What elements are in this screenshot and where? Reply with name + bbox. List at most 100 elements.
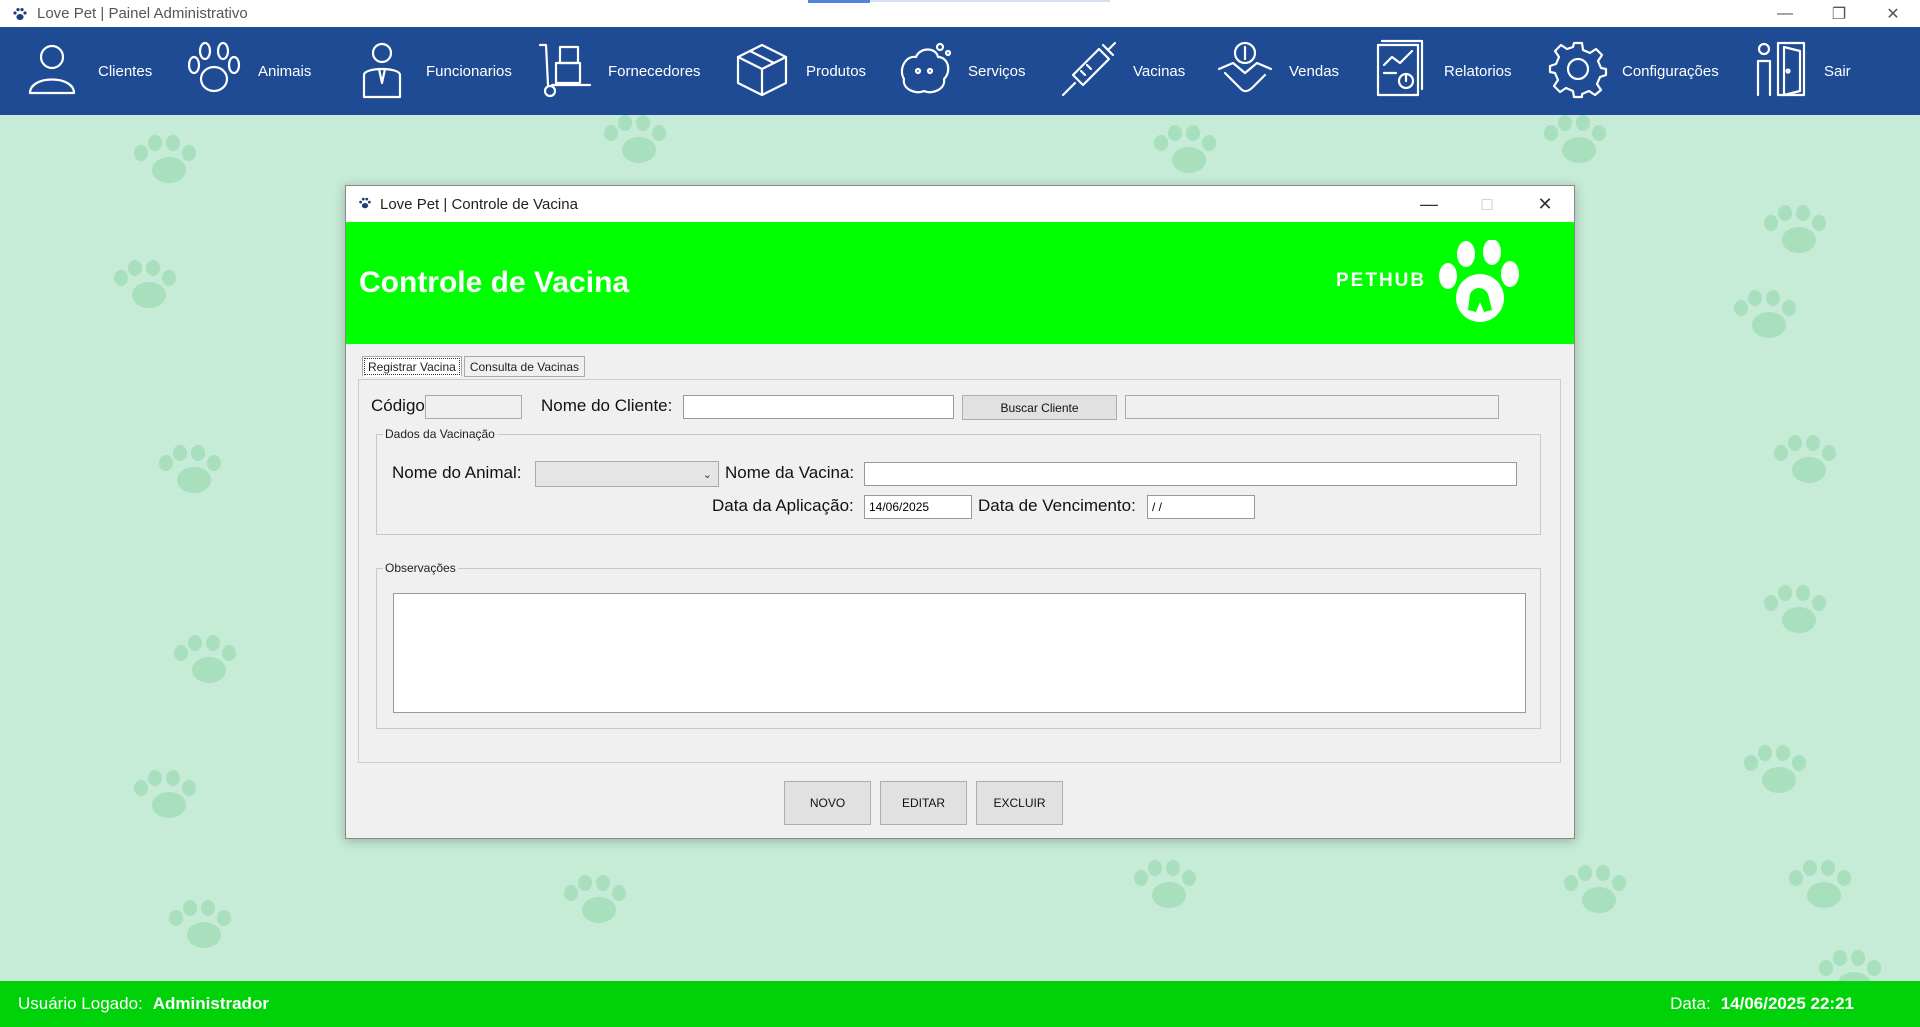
paw-icon [184,39,244,104]
codigo-field[interactable] [425,395,522,419]
buscar-cliente-button[interactable]: Buscar Cliente [962,395,1117,420]
gear-icon [1548,39,1608,104]
logged-user: Usuário Logado: Administrador [18,994,269,1014]
dialog-maximize-button[interactable]: □ [1458,186,1516,222]
background-paw-icon [560,875,640,935]
dialog-minimize-button[interactable]: — [1400,186,1458,222]
user-value: Administrador [152,994,269,1013]
animal-label: Nome do Animal: [392,463,522,482]
vaccine-control-dialog: Love Pet | Controle de Vacina — □ ✕ Cont… [345,185,1575,839]
date-label: Data: [1670,994,1711,1013]
nav-label: Configurações [1622,62,1719,80]
cliente-name-field[interactable] [683,395,954,419]
logo-text: PETHUB [1336,270,1427,291]
background-paw-icon [1740,745,1820,805]
nav-label: Serviços [968,62,1026,80]
nav-label: Fornecedores [608,62,701,80]
employee-icon [352,39,412,104]
user-label: Usuário Logado: [18,994,143,1013]
tab-consulta-vacinas[interactable]: Consulta de Vacinas [463,356,586,377]
codigo-label: Código: [371,396,430,415]
aplicacao-label: Data da Aplicação: [712,496,854,515]
dog-bath-icon [894,39,954,104]
logo-paw-icon [1439,240,1519,322]
date-display: Data: 14/06/2025 22:21 [1670,994,1854,1014]
syringe-icon [1059,39,1119,104]
vacina-name-field[interactable] [864,462,1517,486]
vencimento-date-field[interactable]: / / [1147,495,1255,519]
date-value: 14/06/2025 22:21 [1720,994,1854,1013]
nav-label: Clientes [98,62,153,80]
nav-label: Vacinas [1133,62,1186,80]
window-title: Love Pet | Painel Administrativo [37,5,248,22]
dialog-title: Love Pet | Controle de Vacina [380,195,578,213]
nav-item-produtos[interactable]: Produtos [732,27,894,115]
tab-panel-registrar: Código: Nome do Cliente: Buscar Cliente … [358,379,1561,763]
background-paw-icon [1770,435,1850,495]
background-paw-icon [155,445,235,505]
background-paw-icon [1760,585,1840,645]
vacina-label: Nome da Vacina: [725,463,855,482]
dados-vacinacao-group: Dados da Vacinação Nome do Animal: ⌄ Nom… [376,427,1541,535]
main-navbar: Clientes Animais Funcionarios Fornecedor… [0,27,1920,115]
nav-item-vendas[interactable]: Vendas [1215,27,1370,115]
background-paw-icon [110,260,190,320]
background-paw-icon [1560,865,1640,925]
dialog-close-button[interactable]: ✕ [1516,186,1574,222]
observacoes-textarea[interactable] [393,593,1526,713]
title-accent [808,0,870,3]
pethub-logo: PETHUB [1336,240,1526,330]
nav-item-funcionarios[interactable]: Funcionarios [352,27,534,115]
background-paw-icon [1540,115,1620,175]
user-icon [24,39,84,104]
novo-button[interactable]: NOVO [784,781,871,825]
background-paw-icon [130,770,210,830]
close-button[interactable]: ✕ [1866,0,1920,27]
hand-truck-icon [534,39,594,104]
background-paw-icon [1150,125,1230,185]
restore-button[interactable]: ❐ [1812,0,1866,27]
nav-label: Vendas [1289,62,1340,80]
background-paw-icon [1815,950,1895,981]
nav-item-vacinas[interactable]: Vacinas [1059,27,1215,115]
nav-label: Produtos [806,62,867,80]
status-bar: Usuário Logado: Administrador Data: 14/06/… [0,981,1920,1027]
background-paw-icon [170,635,250,695]
paw-icon [12,6,28,22]
nav-item-sair[interactable]: Sair [1750,27,1880,115]
animal-select[interactable]: ⌄ [535,461,719,487]
aplicacao-date-field[interactable]: 14/06/2025 [864,495,972,519]
cliente-label: Nome do Cliente: [541,396,673,415]
background-paw-icon [130,135,210,195]
group-label: Observações [383,561,458,575]
background-paw-icon [1130,860,1210,920]
nav-label: Relatorios [1444,62,1512,80]
banner-title: Controle de Vacina [359,266,630,299]
background-paw-icon [1730,290,1810,350]
exit-door-icon [1750,39,1810,104]
chevron-down-icon: ⌄ [702,469,712,481]
tab-registrar-vacina[interactable]: Registrar Vacina [362,356,462,377]
report-icon [1370,39,1430,104]
editar-button[interactable]: EDITAR [880,781,967,825]
cliente-result-field [1125,395,1499,419]
nav-item-relatorios[interactable]: Relatorios [1370,27,1548,115]
handshake-icon [1215,39,1275,104]
excluir-button[interactable]: EXCLUIR [976,781,1063,825]
nav-item-animais[interactable]: Animais [184,27,352,115]
background-paw-icon [1785,860,1865,920]
nav-label: Animais [258,62,312,80]
nav-item-servicos[interactable]: Serviços [894,27,1059,115]
background-paw-icon [165,900,245,960]
box-icon [732,39,792,104]
nav-item-clientes[interactable]: Clientes [24,27,184,115]
title-accent-light [870,0,1110,2]
nav-item-fornecedores[interactable]: Fornecedores [534,27,732,115]
observacoes-group: Observações [376,561,1541,729]
nav-item-configuracoes[interactable]: Configurações [1548,27,1750,115]
dialog-title-bar: Love Pet | Controle de Vacina — □ ✕ [346,186,1574,222]
background-paw-icon [1760,205,1840,265]
minimize-button[interactable]: — [1758,0,1812,27]
group-label: Dados da Vacinação [383,427,497,441]
vencimento-label: Data de Vencimento: [978,496,1136,515]
